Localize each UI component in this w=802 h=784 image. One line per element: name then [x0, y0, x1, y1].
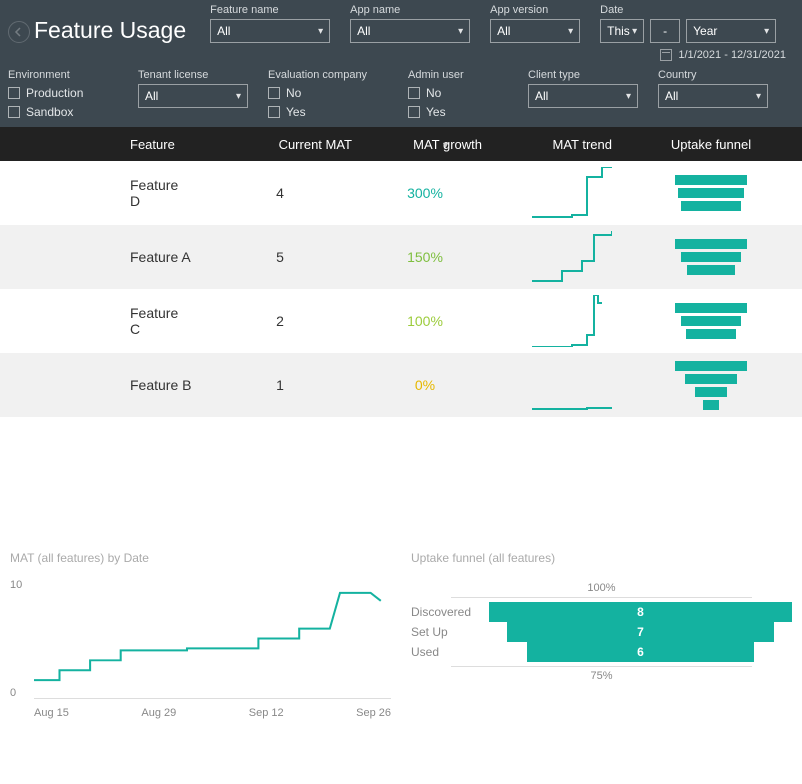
chevron-down-icon: ▾ [318, 26, 323, 37]
sparkline-icon [532, 231, 612, 283]
line-plot-svg [34, 579, 391, 698]
funnel-stage-label: Discovered [411, 605, 479, 619]
cell-mat-growth: 300% [360, 185, 490, 201]
cell-feature: Feature B [0, 377, 200, 393]
cell-mat-trend [490, 231, 620, 283]
date-range-text: 1/1/2021 - 12/31/2021 [678, 49, 786, 61]
admin-user-label: Admin user [408, 69, 508, 81]
cell-mat-trend [490, 295, 620, 347]
mat-line-chart: MAT (all features) by Date 10 0 Aug 15 A… [10, 551, 391, 719]
cell-feature: Feature C [0, 305, 200, 337]
dashboard-header: Feature Usage Feature name All▾ App name… [0, 0, 802, 127]
tenant-license-select[interactable]: All▾ [138, 84, 248, 108]
cell-current-mat: 2 [200, 313, 360, 329]
chevron-down-icon: ▾ [632, 26, 637, 37]
funnel-bar: 8 [489, 602, 792, 622]
app-version-select[interactable]: All▾ [490, 19, 580, 43]
arrow-left-icon [14, 27, 24, 37]
x-tick: Sep 26 [356, 707, 391, 719]
cell-current-mat: 4 [200, 185, 360, 201]
date-label: Date [600, 4, 776, 16]
country-select[interactable]: All▾ [658, 84, 768, 108]
funnel-top-pct: 100% [451, 579, 752, 598]
environment-label: Environment [8, 69, 118, 81]
cell-mat-growth: 0% [360, 377, 490, 393]
chevron-down-icon: ▾ [458, 26, 463, 37]
cell-feature: Feature A [0, 249, 200, 265]
col-current-mat[interactable]: Current MAT [200, 137, 360, 152]
cell-mat-growth: 100% [360, 313, 490, 329]
tenant-license-label: Tenant license [138, 69, 248, 81]
x-tick: Sep 12 [249, 707, 284, 719]
chevron-down-icon: ▾ [626, 91, 631, 102]
funnel-row: Used 6 [411, 642, 792, 662]
cell-mat-growth: 150% [360, 249, 490, 265]
mat-chart-title: MAT (all features) by Date [10, 551, 391, 565]
page-title: Feature Usage [34, 8, 186, 43]
funnel-chart-title: Uptake funnel (all features) [411, 551, 792, 565]
cell-uptake-funnel [620, 361, 802, 410]
col-uptake-funnel[interactable]: Uptake funnel [620, 137, 802, 152]
cell-current-mat: 5 [200, 249, 360, 265]
admin-no-checkbox[interactable]: No [408, 86, 508, 100]
col-feature[interactable]: Feature [0, 137, 200, 152]
funnel-bar: 7 [507, 622, 774, 642]
date-mode-select[interactable]: This▾ [600, 19, 644, 43]
env-production-checkbox[interactable]: Production [8, 86, 118, 100]
client-type-label: Client type [528, 69, 638, 81]
env-sandbox-checkbox[interactable]: Sandbox [8, 105, 118, 119]
sparkline-icon [532, 167, 612, 219]
funnel-stage-label: Used [411, 645, 479, 659]
funnel-bot-pct: 75% [451, 666, 752, 685]
app-name-select[interactable]: All▾ [350, 19, 470, 43]
country-label: Country [658, 69, 768, 81]
cell-current-mat: 1 [200, 377, 360, 393]
table-row[interactable]: Feature C2100% [0, 289, 802, 353]
col-mat-trend[interactable]: MAT trend [490, 137, 620, 152]
uptake-funnel-chart: Uptake funnel (all features) 100% Discov… [411, 551, 792, 719]
y-tick: 0 [10, 687, 30, 699]
x-tick: Aug 15 [34, 707, 69, 719]
cell-mat-trend [490, 167, 620, 219]
chevron-down-icon: ▾ [568, 26, 573, 37]
app-version-label: App version [490, 4, 580, 16]
cell-uptake-funnel [620, 175, 802, 211]
table-row[interactable]: Feature B10% [0, 353, 802, 417]
sparkline-icon [532, 359, 612, 411]
feature-table: Feature Current MAT MAT growth▼ MAT tren… [0, 127, 802, 417]
funnel-bar: 6 [527, 642, 754, 662]
x-tick: Aug 29 [141, 707, 176, 719]
date-sep[interactable]: - [650, 19, 680, 43]
sparkline-icon [532, 295, 612, 347]
back-button[interactable] [8, 21, 30, 43]
cell-mat-trend [490, 359, 620, 411]
feature-name-select[interactable]: All▾ [210, 19, 330, 43]
app-name-label: App name [350, 4, 470, 16]
chevron-down-icon: ▾ [236, 91, 241, 102]
client-type-select[interactable]: All▾ [528, 84, 638, 108]
table-row[interactable]: Feature D4300% [0, 161, 802, 225]
calendar-icon [660, 49, 672, 61]
chevron-down-icon: ▾ [764, 26, 769, 37]
eval-no-checkbox[interactable]: No [268, 86, 388, 100]
funnel-row: Discovered 8 [411, 602, 792, 622]
eval-yes-checkbox[interactable]: Yes [268, 105, 388, 119]
funnel-row: Set Up 7 [411, 622, 792, 642]
table-row[interactable]: Feature A5150% [0, 225, 802, 289]
funnel-stage-label: Set Up [411, 625, 479, 639]
date-unit-select[interactable]: Year▾ [686, 19, 776, 43]
col-mat-growth[interactable]: MAT growth▼ [360, 137, 490, 152]
cell-feature: Feature D [0, 177, 200, 209]
table-header: Feature Current MAT MAT growth▼ MAT tren… [0, 127, 802, 161]
sort-desc-icon: ▼ [441, 140, 450, 150]
admin-yes-checkbox[interactable]: Yes [408, 105, 508, 119]
feature-name-label: Feature name [210, 4, 330, 16]
cell-uptake-funnel [620, 239, 802, 275]
chevron-down-icon: ▾ [756, 91, 761, 102]
eval-company-label: Evaluation company [268, 69, 388, 81]
y-tick: 10 [10, 579, 30, 591]
cell-uptake-funnel [620, 303, 802, 339]
